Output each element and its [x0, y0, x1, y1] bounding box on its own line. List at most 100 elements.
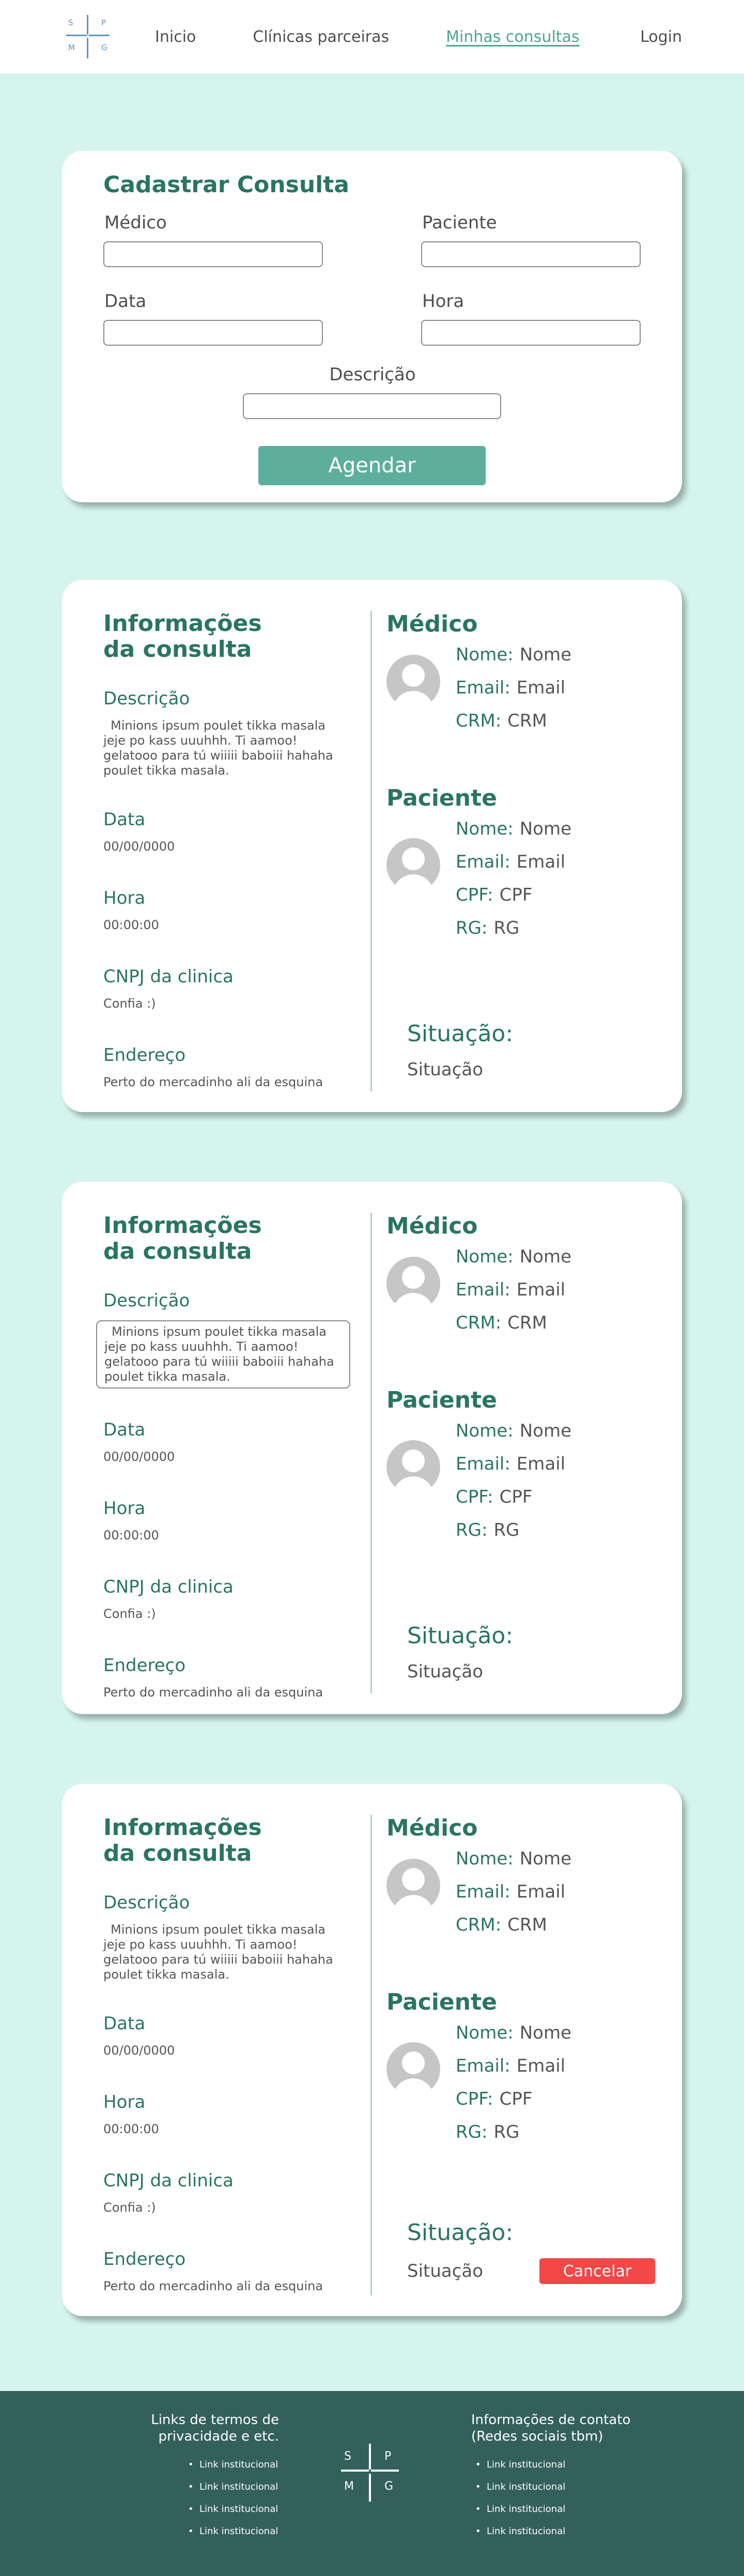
paciente-nome: Nome [519, 2023, 572, 2043]
top-nav: S P M G Inicio Clínicas parceiras Minhas… [0, 0, 744, 73]
field-key: CPF: [456, 1487, 493, 1507]
data-label: Data [103, 1420, 146, 1440]
cnpj-label: CNPJ da clinica [103, 1577, 234, 1597]
hora-value: 00:00:00 [103, 1528, 159, 1542]
paciente-rg: RG [493, 1520, 520, 1540]
avatar-icon [386, 655, 440, 708]
info-title-line: Informações [103, 1814, 262, 1841]
footer-heading-line: Informações de contato [471, 2412, 631, 2428]
footer-contato: Informações de contato (Redes sociais tb… [471, 2412, 647, 2548]
info-title-line: Informações [103, 610, 262, 637]
paciente-title: Paciente [386, 1387, 497, 1413]
situacao-title: Situação: [407, 1623, 514, 1649]
data-label: Data [103, 2013, 146, 2034]
logo-letter: S [344, 2450, 351, 2463]
descricao-input[interactable] [243, 393, 501, 419]
descricao-textarea[interactable]: Minions ipsum poulet tikka masala jeje p… [96, 1320, 350, 1389]
field-key: Email: [456, 677, 510, 698]
info-title-line: da consulta [103, 1238, 252, 1264]
situacao-block: Situação: Situação Cancelar [407, 2219, 655, 2284]
nav-link-clinicas-parceiras[interactable]: Clínicas parceiras [253, 28, 389, 46]
field-key: RG: [456, 918, 488, 938]
hora-label: Hora [103, 1498, 146, 1519]
consulta-people: Médico Nome: Nome Email: Email CRM: CRM Pac… [372, 1213, 641, 1693]
paciente-title: Paciente [386, 1989, 497, 2015]
hora-value: 00:00:00 [103, 918, 159, 932]
field-key: CRM: [456, 711, 502, 731]
field-key: CRM: [456, 1915, 502, 1935]
situacao-block: Situação: Situação [407, 1623, 655, 1682]
footer-link[interactable]: Link institucional [184, 2459, 279, 2470]
paciente-rg: RG [493, 918, 520, 938]
medico-crm: CRM [507, 1313, 547, 1333]
avatar-icon [386, 1440, 440, 1494]
data-value: 00/00/0000 [103, 2043, 175, 2058]
descricao-label: Descrição [103, 688, 190, 709]
paciente-rg: RG [493, 2122, 520, 2142]
avatar-icon [386, 1859, 440, 1912]
medico-nome: Nome [519, 644, 572, 665]
cancelar-button[interactable]: Cancelar [539, 2258, 655, 2284]
situacao-value: Situação [407, 1661, 484, 1682]
data-input[interactable] [103, 320, 323, 346]
field-key: Nome: [456, 644, 514, 665]
field-key: RG: [456, 1520, 488, 1540]
consulta-info: Informações da consulta Descrição Minion… [96, 1213, 372, 1700]
cadastrar-consulta-form: Cadastrar Consulta Médico Paciente Data … [62, 151, 682, 502]
paciente-email: Email [516, 1454, 566, 1474]
agendar-button[interactable]: Agendar [258, 446, 486, 485]
paciente-info: Nome: Nome Email: Email CPF: CPF RG: RG [386, 1421, 641, 1553]
field-key: Email: [456, 852, 510, 872]
footer-link[interactable]: Link institucional [471, 2504, 647, 2515]
paciente-info: Nome: Nome Email: Email CPF: CPF RG: RG [386, 819, 641, 951]
paciente-cpf: CPF [499, 885, 533, 905]
paciente-input[interactable] [421, 241, 641, 267]
descricao-label: Descrição [329, 364, 416, 385]
consulta-info: Informações da consulta Descrição Minion… [103, 611, 372, 1091]
footer-link[interactable]: Link institucional [184, 2481, 279, 2492]
medico-input[interactable] [103, 241, 323, 267]
endereco-label: Endereço [103, 1655, 186, 1676]
nav-link-login[interactable]: Login [640, 28, 682, 46]
endereco-label: Endereço [103, 1045, 186, 1066]
field-key: CRM: [456, 1313, 502, 1333]
logo-letter: M [68, 43, 75, 52]
footer-link[interactable]: Link institucional [184, 2504, 279, 2515]
medico-email: Email [516, 1881, 566, 1902]
field-key: Email: [456, 1454, 510, 1474]
hora-label: Hora [103, 2092, 146, 2112]
footer-heading: Links de termos de privacidade e etc. [134, 2412, 279, 2445]
footer-link[interactable]: Link institucional [471, 2481, 647, 2492]
hora-input[interactable] [421, 320, 641, 346]
footer: Links de termos de privacidade e etc. Li… [0, 2391, 744, 2576]
medico-email: Email [516, 677, 566, 698]
situacao-block: Situação: Situação [407, 1021, 655, 1080]
consulta-card: Informações da consulta Descrição Minion… [62, 1182, 682, 1714]
medico-info: Nome: Nome Email: Email CRM: CRM [386, 1246, 641, 1346]
medico-title: Médico [386, 611, 478, 637]
descricao-label: Descrição [103, 1290, 190, 1311]
cnpj-value: Confia :) [103, 996, 156, 1011]
footer-logo: S P M G [336, 2439, 404, 2507]
nav-links: Inicio Clínicas parceiras Minhas consult… [155, 28, 682, 46]
paciente-info: Nome: Nome Email: Email CPF: CPF RG: RG [386, 2023, 641, 2155]
descricao-label: Descrição [103, 1892, 190, 1913]
medico-title: Médico [386, 1213, 478, 1239]
avatar-icon [386, 2042, 440, 2096]
nav-link-minhas-consultas[interactable]: Minhas consultas [446, 28, 579, 46]
field-key: Nome: [456, 1246, 514, 1267]
footer-link[interactable]: Link institucional [471, 2526, 647, 2537]
footer-link[interactable]: Link institucional [184, 2526, 279, 2537]
field-key: Email: [456, 2056, 510, 2076]
consulta-card: Informações da consulta Descrição Minion… [62, 580, 682, 1112]
logo[interactable]: S P M G [62, 11, 114, 63]
info-title: Informações da consulta [103, 1213, 360, 1264]
paciente-cpf: CPF [499, 2089, 533, 2109]
medico-crm: CRM [507, 1915, 547, 1935]
data-value: 00/00/0000 [103, 1449, 175, 1464]
situacao-value: Situação [407, 1059, 484, 1080]
footer-link[interactable]: Link institucional [471, 2459, 647, 2470]
nav-link-inicio[interactable]: Inicio [155, 28, 196, 46]
data-label: Data [103, 809, 146, 830]
consulta-people: Médico Nome: Nome Email: Email CRM: CRM Pac… [372, 611, 641, 1091]
